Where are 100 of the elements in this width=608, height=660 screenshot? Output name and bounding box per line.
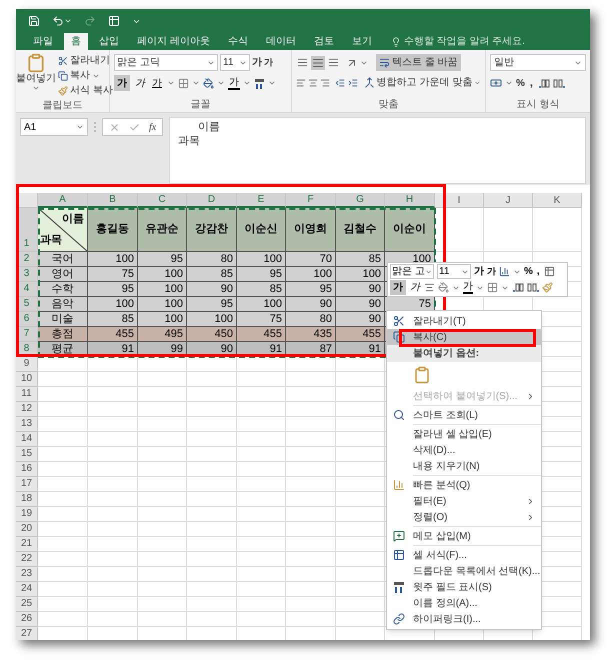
table-cell: 95 [88,282,138,297]
menu-item[interactable]: 삭제(D)... [387,442,541,458]
table-cell: 450 [187,327,237,342]
ribbon-tab[interactable]: 보기 [344,33,379,50]
bold-button[interactable]: 가 [114,75,130,91]
comma-button[interactable]: , [536,264,541,279]
tell-me-field[interactable]: 수행할 작업을 알려 주세요. [390,33,525,50]
name-box[interactable]: A1 [20,118,88,136]
table-cell: 90 [336,312,385,327]
font-size-field[interactable]: 11 [437,264,471,279]
number-format-icon[interactable] [499,266,510,277]
column-header: H [385,193,435,208]
insert-function-button[interactable]: fx [149,120,156,134]
menu-item[interactable]: 잘라낸 셀 삽입(E) [387,426,541,442]
percent-button[interactable]: % [524,264,533,279]
row-header: 17 [16,477,38,492]
row-header: 15 [16,447,38,462]
decrease-decimal-icon[interactable] [552,78,565,89]
currency-icon[interactable] [490,77,502,90]
save-icon[interactable] [28,15,40,27]
shrink-font-button[interactable]: 가 [264,56,273,70]
ribbon-tab[interactable]: 데이터 [258,33,303,50]
phonetic-icon[interactable] [254,78,265,88]
comment-icon [393,530,405,542]
group-label: 클립보드 [42,99,84,113]
bold-button[interactable]: 가 [390,280,406,295]
menu-item[interactable]: 필터(E) [387,493,541,509]
merge-center-button[interactable]: 병합하고 가운데 맞춤 [364,75,472,90]
paste-option-button[interactable] [413,366,431,384]
border-icon[interactable] [178,78,189,88]
format-painter-button[interactable]: 서식 복사 [56,83,115,98]
align-left-icon[interactable] [296,76,306,88]
table-cell: 100 [138,312,187,327]
column-header: B [88,193,138,208]
grow-font-button[interactable]: 가 [474,264,484,279]
comma-button[interactable]: , [528,75,535,92]
middle-align-icon[interactable] [311,56,325,70]
ribbon-tab[interactable]: 파일 [26,33,60,50]
copy-button[interactable]: 복사 [56,68,115,83]
percent-button[interactable]: % [516,76,525,91]
font-color-button[interactable]: 가 [228,76,240,90]
align-right-icon[interactable] [320,76,330,88]
font-size-field[interactable]: 11 [220,54,250,71]
decrease-decimal-icon[interactable] [527,282,539,293]
menu-item[interactable]: 셀 서식(F)... [387,547,541,563]
increase-decimal-icon[interactable] [538,78,550,89]
menu-item[interactable]: 스마트 조회(L) [387,407,541,423]
font-color-button[interactable]: 가 [463,281,473,294]
number-format-field[interactable]: 일반 [490,54,586,71]
undo-icon[interactable] [52,15,64,27]
wrap-text-button[interactable]: 텍스트 줄 바꿈 [376,54,461,71]
link-icon [393,613,405,625]
row-header: 18 [16,492,38,507]
menu-item[interactable]: 메모 삽입(M) [387,528,541,544]
menu-item[interactable]: 드롭다운 목록에서 선택(K)... [387,563,541,579]
italic-button[interactable]: 가 [133,76,147,90]
menu-item[interactable]: 윗주 필드 표시(S) [387,579,541,595]
ribbon-tab[interactable]: 홈 [64,33,88,50]
increase-decimal-icon[interactable] [512,282,524,293]
column-header: E [237,193,286,208]
brush-icon[interactable] [542,282,553,293]
formula-field[interactable]: 이름 과목 [169,117,586,184]
menu-item[interactable]: 잘라내기(T) [387,313,541,329]
table-cell: 100 [237,252,286,267]
menu-item[interactable]: 빠른 분석(Q) [387,477,541,493]
table-cell: 100 [88,252,138,267]
form-icon[interactable] [108,15,120,27]
underline-button[interactable]: 가 [150,76,164,90]
menu-item[interactable]: 내용 지우기(N) [387,458,541,474]
border-icon[interactable] [487,282,498,293]
cut-button[interactable]: 잘라내기 [56,53,115,68]
menu-item[interactable]: 이름 정의(A)... [387,595,541,611]
fill-color-icon[interactable] [438,282,449,293]
table-cell: 90 [336,297,385,312]
table-icon[interactable] [544,266,555,277]
paste-button[interactable]: 붙여넣기 [18,53,54,98]
ribbon-tab[interactable]: 삽입 [92,33,126,50]
menu-item[interactable]: 정렬(O) [387,509,541,525]
bottom-align-icon[interactable] [327,56,340,69]
table-cell: 100 [336,267,385,282]
grow-font-button[interactable]: 가 [252,55,262,70]
increase-indent-icon[interactable] [348,76,358,88]
align-center-icon[interactable] [308,76,318,88]
table-cell: 95 [286,282,336,297]
top-align-icon[interactable] [296,56,309,69]
align-center-icon[interactable] [424,282,435,293]
column-header: F [286,193,336,208]
menu-item[interactable]: 하이퍼링크(I)... [387,611,541,627]
font-name-field[interactable]: 맑은 고 [390,264,434,279]
ribbon-tab[interactable]: 검토 [306,33,341,50]
row-header: 23 [16,567,38,582]
decrease-indent-icon[interactable] [335,76,346,88]
scissors-icon [58,56,68,66]
table-cell: 90 [187,282,237,297]
shrink-font-button[interactable]: 가 [487,264,496,278]
ribbon-tab[interactable]: 수식 [220,33,255,50]
fill-color-icon[interactable] [203,78,214,88]
font-name-field[interactable]: 맑은 고딕 [114,54,218,71]
ribbon-tab[interactable]: 페이지 레이아웃 [130,33,217,50]
italic-button[interactable]: 가 [409,280,421,295]
